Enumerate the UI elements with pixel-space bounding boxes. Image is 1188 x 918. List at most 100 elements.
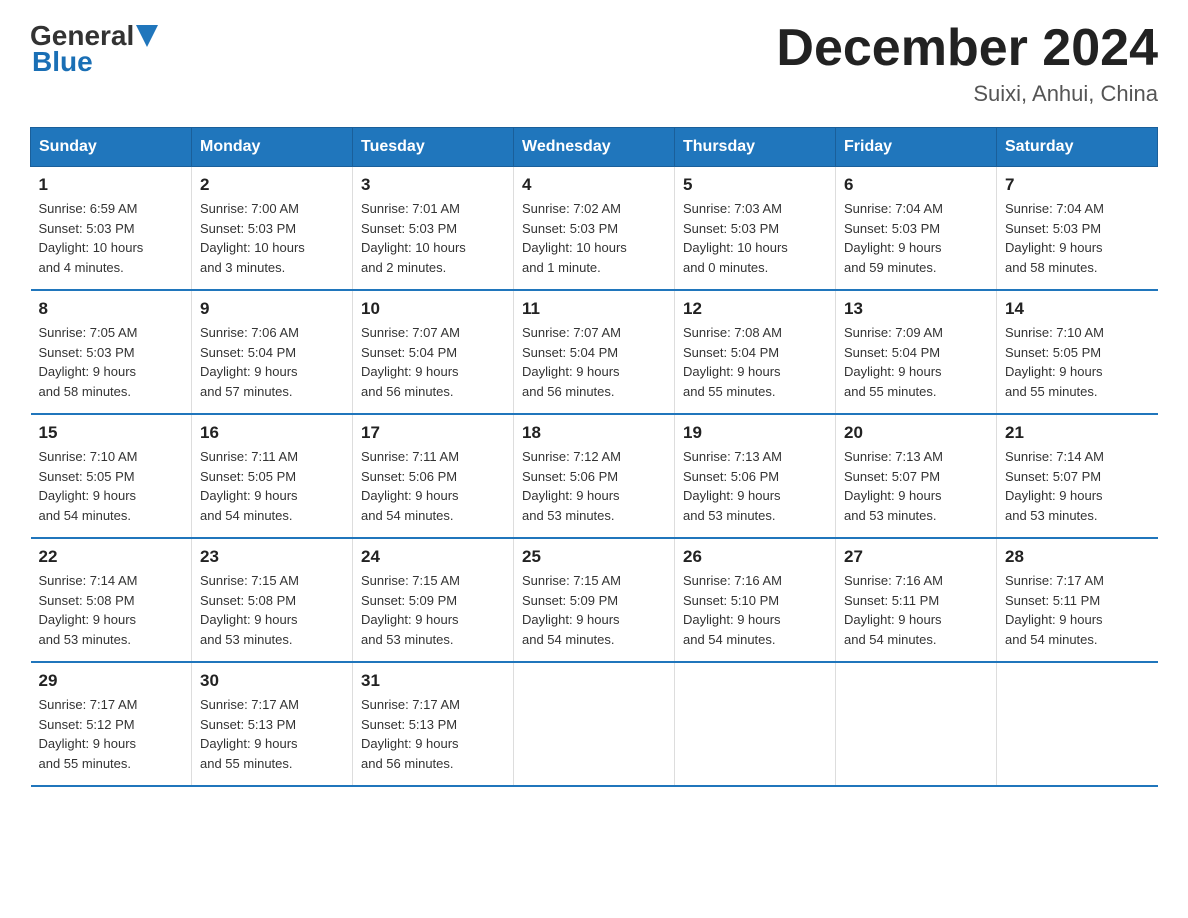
day-info: Sunrise: 7:15 AM Sunset: 5:09 PM Dayligh… <box>361 571 505 649</box>
day-number: 17 <box>361 423 505 443</box>
calendar-cell: 13 Sunrise: 7:09 AM Sunset: 5:04 PM Dayli… <box>836 290 997 414</box>
day-info: Sunrise: 7:07 AM Sunset: 5:04 PM Dayligh… <box>522 323 666 401</box>
day-number: 7 <box>1005 175 1150 195</box>
calendar-cell: 31 Sunrise: 7:17 AM Sunset: 5:13 PM Dayli… <box>353 662 514 786</box>
day-info: Sunrise: 7:04 AM Sunset: 5:03 PM Dayligh… <box>844 199 988 277</box>
calendar-cell: 19 Sunrise: 7:13 AM Sunset: 5:06 PM Dayli… <box>675 414 836 538</box>
page-header: General Blue December 2024 Suixi, Anhui,… <box>30 20 1158 107</box>
calendar-cell: 27 Sunrise: 7:16 AM Sunset: 5:11 PM Dayli… <box>836 538 997 662</box>
calendar-week-row: 22 Sunrise: 7:14 AM Sunset: 5:08 PM Dayli… <box>31 538 1158 662</box>
calendar-cell <box>836 662 997 786</box>
day-info: Sunrise: 7:16 AM Sunset: 5:10 PM Dayligh… <box>683 571 827 649</box>
day-info: Sunrise: 7:15 AM Sunset: 5:09 PM Dayligh… <box>522 571 666 649</box>
location-text: Suixi, Anhui, China <box>776 81 1158 107</box>
calendar-cell: 24Sunrise: 7:15 AM Sunset: 5:09 PM Dayli… <box>353 538 514 662</box>
day-number: 27 <box>844 547 988 567</box>
day-info: Sunrise: 7:17 AM Sunset: 5:13 PM Dayligh… <box>361 695 505 773</box>
day-number: 20 <box>844 423 988 443</box>
logo-triangle-icon <box>136 25 158 47</box>
calendar-cell: 17Sunrise: 7:11 AM Sunset: 5:06 PM Dayli… <box>353 414 514 538</box>
calendar-cell: 22 Sunrise: 7:14 AM Sunset: 5:08 PM Dayli… <box>31 538 192 662</box>
day-number: 1 <box>39 175 184 195</box>
day-info: Sunrise: 7:17 AM Sunset: 5:11 PM Dayligh… <box>1005 571 1150 649</box>
day-info: Sunrise: 7:03 AM Sunset: 5:03 PM Dayligh… <box>683 199 827 277</box>
day-number: 28 <box>1005 547 1150 567</box>
day-number: 30 <box>200 671 344 691</box>
day-info: Sunrise: 7:07 AM Sunset: 5:04 PM Dayligh… <box>361 323 505 401</box>
calendar-cell: 25 Sunrise: 7:15 AM Sunset: 5:09 PM Dayli… <box>514 538 675 662</box>
calendar-week-row: 29Sunrise: 7:17 AM Sunset: 5:12 PM Dayli… <box>31 662 1158 786</box>
calendar-cell: 20Sunrise: 7:13 AM Sunset: 5:07 PM Dayli… <box>836 414 997 538</box>
calendar-week-row: 15 Sunrise: 7:10 AM Sunset: 5:05 PM Dayli… <box>31 414 1158 538</box>
calendar-cell: 8Sunrise: 7:05 AM Sunset: 5:03 PM Daylig… <box>31 290 192 414</box>
calendar-cell: 14 Sunrise: 7:10 AM Sunset: 5:05 PM Dayli… <box>997 290 1158 414</box>
calendar-cell: 10 Sunrise: 7:07 AM Sunset: 5:04 PM Dayli… <box>353 290 514 414</box>
day-info: Sunrise: 7:09 AM Sunset: 5:04 PM Dayligh… <box>844 323 988 401</box>
calendar-cell <box>997 662 1158 786</box>
header-day-friday: Friday <box>836 128 997 167</box>
day-number: 14 <box>1005 299 1150 319</box>
calendar-cell: 15 Sunrise: 7:10 AM Sunset: 5:05 PM Dayli… <box>31 414 192 538</box>
day-number: 9 <box>200 299 344 319</box>
calendar-cell: 16 Sunrise: 7:11 AM Sunset: 5:05 PM Dayli… <box>192 414 353 538</box>
day-info: Sunrise: 7:11 AM Sunset: 5:05 PM Dayligh… <box>200 447 344 525</box>
logo: General Blue <box>30 20 158 78</box>
day-number: 6 <box>844 175 988 195</box>
calendar-cell <box>675 662 836 786</box>
day-info: Sunrise: 7:14 AM Sunset: 5:08 PM Dayligh… <box>39 571 184 649</box>
day-info: Sunrise: 7:14 AM Sunset: 5:07 PM Dayligh… <box>1005 447 1150 525</box>
day-info: Sunrise: 7:13 AM Sunset: 5:06 PM Dayligh… <box>683 447 827 525</box>
calendar-cell: 5Sunrise: 7:03 AM Sunset: 5:03 PM Daylig… <box>675 167 836 291</box>
day-number: 11 <box>522 299 666 319</box>
day-number: 10 <box>361 299 505 319</box>
header-day-tuesday: Tuesday <box>353 128 514 167</box>
calendar-cell: 30 Sunrise: 7:17 AM Sunset: 5:13 PM Dayli… <box>192 662 353 786</box>
logo-blue-text: Blue <box>32 46 93 78</box>
calendar-cell: 1 Sunrise: 6:59 AM Sunset: 5:03 PM Daylig… <box>31 167 192 291</box>
header-day-wednesday: Wednesday <box>514 128 675 167</box>
day-number: 21 <box>1005 423 1150 443</box>
day-info: Sunrise: 7:00 AM Sunset: 5:03 PM Dayligh… <box>200 199 344 277</box>
calendar-cell: 26 Sunrise: 7:16 AM Sunset: 5:10 PM Dayli… <box>675 538 836 662</box>
day-info: Sunrise: 7:02 AM Sunset: 5:03 PM Dayligh… <box>522 199 666 277</box>
header-day-monday: Monday <box>192 128 353 167</box>
calendar-cell: 7 Sunrise: 7:04 AM Sunset: 5:03 PM Daylig… <box>997 167 1158 291</box>
calendar-cell: 9 Sunrise: 7:06 AM Sunset: 5:04 PM Daylig… <box>192 290 353 414</box>
day-number: 15 <box>39 423 184 443</box>
header-day-thursday: Thursday <box>675 128 836 167</box>
calendar-week-row: 1 Sunrise: 6:59 AM Sunset: 5:03 PM Daylig… <box>31 167 1158 291</box>
day-number: 16 <box>200 423 344 443</box>
day-number: 13 <box>844 299 988 319</box>
day-number: 19 <box>683 423 827 443</box>
day-number: 26 <box>683 547 827 567</box>
day-number: 29 <box>39 671 184 691</box>
day-info: Sunrise: 7:17 AM Sunset: 5:13 PM Dayligh… <box>200 695 344 773</box>
day-info: Sunrise: 7:16 AM Sunset: 5:11 PM Dayligh… <box>844 571 988 649</box>
calendar-cell: 6 Sunrise: 7:04 AM Sunset: 5:03 PM Daylig… <box>836 167 997 291</box>
calendar-cell: 12Sunrise: 7:08 AM Sunset: 5:04 PM Dayli… <box>675 290 836 414</box>
month-title: December 2024 <box>776 20 1158 77</box>
day-info: Sunrise: 7:10 AM Sunset: 5:05 PM Dayligh… <box>1005 323 1150 401</box>
day-info: Sunrise: 7:15 AM Sunset: 5:08 PM Dayligh… <box>200 571 344 649</box>
day-info: Sunrise: 7:08 AM Sunset: 5:04 PM Dayligh… <box>683 323 827 401</box>
day-number: 23 <box>200 547 344 567</box>
calendar-table: SundayMondayTuesdayWednesdayThursdayFrid… <box>30 127 1158 787</box>
header-day-sunday: Sunday <box>31 128 192 167</box>
calendar-cell <box>514 662 675 786</box>
calendar-cell: 18Sunrise: 7:12 AM Sunset: 5:06 PM Dayli… <box>514 414 675 538</box>
calendar-cell: 2Sunrise: 7:00 AM Sunset: 5:03 PM Daylig… <box>192 167 353 291</box>
day-info: Sunrise: 6:59 AM Sunset: 5:03 PM Dayligh… <box>39 199 184 277</box>
day-info: Sunrise: 7:06 AM Sunset: 5:04 PM Dayligh… <box>200 323 344 401</box>
calendar-cell: 28 Sunrise: 7:17 AM Sunset: 5:11 PM Dayli… <box>997 538 1158 662</box>
calendar-cell: 4Sunrise: 7:02 AM Sunset: 5:03 PM Daylig… <box>514 167 675 291</box>
day-number: 25 <box>522 547 666 567</box>
day-info: Sunrise: 7:10 AM Sunset: 5:05 PM Dayligh… <box>39 447 184 525</box>
header-day-saturday: Saturday <box>997 128 1158 167</box>
day-number: 31 <box>361 671 505 691</box>
day-info: Sunrise: 7:12 AM Sunset: 5:06 PM Dayligh… <box>522 447 666 525</box>
day-number: 3 <box>361 175 505 195</box>
day-info: Sunrise: 7:04 AM Sunset: 5:03 PM Dayligh… <box>1005 199 1150 277</box>
day-number: 22 <box>39 547 184 567</box>
calendar-header-row: SundayMondayTuesdayWednesdayThursdayFrid… <box>31 128 1158 167</box>
calendar-cell: 21 Sunrise: 7:14 AM Sunset: 5:07 PM Dayli… <box>997 414 1158 538</box>
